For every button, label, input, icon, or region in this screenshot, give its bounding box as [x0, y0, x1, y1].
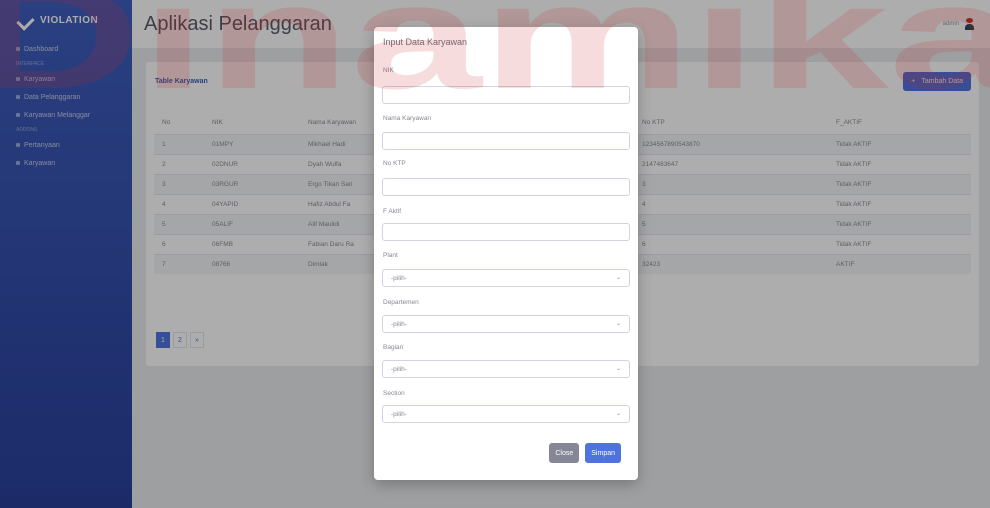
- chevron-down-icon: ⌄: [615, 321, 621, 327]
- plant-label: Plant: [383, 252, 398, 259]
- bagian-label: Bagian: [383, 344, 404, 351]
- save-button[interactable]: Simpan: [585, 443, 621, 463]
- no-ktp-input[interactable]: [382, 178, 630, 196]
- nik-label: NIK: [383, 67, 394, 74]
- departemen-select-value: -pilih-: [391, 320, 407, 328]
- modal-title: Input Data Karyawan: [383, 37, 468, 47]
- nama-karyawan-input[interactable]: [382, 132, 630, 150]
- plant-select[interactable]: -pilih- ⌄: [382, 269, 630, 287]
- nik-input[interactable]: [382, 86, 630, 104]
- chevron-down-icon: ⌄: [615, 275, 621, 281]
- modal-actions: Close Simpan: [549, 443, 621, 463]
- section-label: Section: [383, 390, 405, 397]
- f-aktif-label: F Aktif: [383, 208, 402, 215]
- plant-select-value: -pilih-: [391, 274, 407, 282]
- close-button[interactable]: Close: [549, 443, 580, 463]
- bagian-select-value: -pilih-: [391, 365, 407, 373]
- chevron-down-icon: ⌄: [615, 411, 621, 417]
- departemen-label: Departemen: [383, 299, 419, 306]
- section-select[interactable]: -pilih- ⌄: [382, 405, 630, 423]
- no-ktp-label: No KTP: [383, 160, 406, 167]
- input-employee-modal: Input Data Karyawan NIK Nama Karyawan No…: [374, 27, 638, 480]
- departemen-select[interactable]: -pilih- ⌄: [382, 315, 630, 333]
- chevron-down-icon: ⌄: [615, 366, 621, 372]
- nama-karyawan-label: Nama Karyawan: [383, 115, 432, 122]
- section-select-value: -pilih-: [391, 410, 407, 418]
- f-aktif-input[interactable]: [382, 223, 630, 241]
- bagian-select[interactable]: -pilih- ⌄: [382, 360, 630, 378]
